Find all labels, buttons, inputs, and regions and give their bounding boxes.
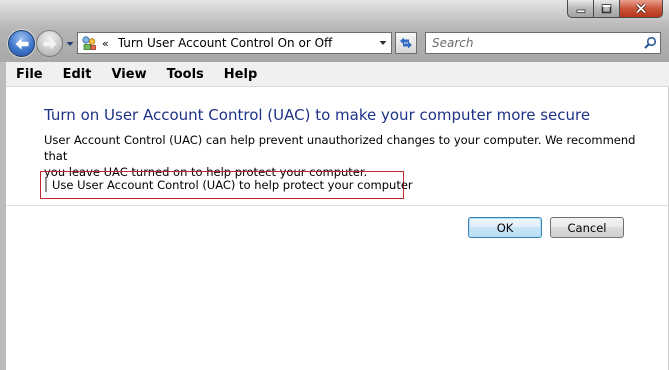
back-button[interactable] — [8, 30, 35, 57]
description-line-1: User Account Control (UAC) can help prev… — [44, 133, 636, 163]
maximize-icon — [601, 3, 612, 13]
address-bar[interactable]: « Turn User Account Control On or Off — [77, 32, 392, 54]
menu-item-tools[interactable]: Tools — [157, 67, 214, 82]
uac-checkbox-label[interactable]: Use User Account Control (UAC) to help p… — [52, 178, 413, 192]
forward-arrow-icon — [43, 38, 56, 49]
chevron-down-icon — [66, 41, 74, 46]
menu-item-file[interactable]: File — [6, 67, 53, 82]
menu-bar: File Edit View Tools Help — [6, 62, 669, 87]
search-box[interactable] — [425, 32, 661, 54]
search-icon[interactable] — [640, 36, 660, 50]
recent-pages-dropdown[interactable] — [65, 41, 75, 47]
navigation-buttons — [8, 30, 75, 57]
window: « Turn User Account Control On or Off Fi… — [0, 0, 669, 370]
divider — [6, 205, 669, 206]
address-dropdown-button[interactable] — [375, 40, 391, 46]
search-input[interactable] — [426, 34, 640, 52]
address-path[interactable]: Turn User Account Control On or Off — [118, 36, 375, 50]
close-button[interactable] — [620, 0, 663, 18]
refresh-button[interactable] — [395, 32, 417, 54]
refresh-icon — [400, 37, 412, 49]
menu-item-edit[interactable]: Edit — [53, 67, 102, 82]
cancel-button[interactable]: Cancel — [550, 217, 624, 238]
caption-buttons — [567, 0, 663, 19]
content-pane: Turn on User Account Control (UAC) to ma… — [6, 87, 669, 370]
minimize-icon — [576, 9, 585, 13]
control-panel-icon — [81, 35, 97, 51]
chevron-down-icon — [379, 41, 387, 45]
close-icon — [635, 3, 647, 14]
menu-item-help[interactable]: Help — [214, 67, 267, 82]
ok-button[interactable]: OK — [468, 217, 542, 238]
minimize-button[interactable] — [567, 0, 594, 18]
uac-checkbox[interactable] — [45, 178, 47, 192]
page-title: Turn on User Account Control (UAC) to ma… — [44, 106, 591, 124]
uac-option[interactable]: Use User Account Control (UAC) to help p… — [40, 171, 413, 199]
menu-item-view[interactable]: View — [101, 67, 156, 82]
window-chrome: « Turn User Account Control On or Off — [0, 0, 669, 62]
maximize-button[interactable] — [594, 0, 620, 18]
back-arrow-icon — [15, 38, 28, 49]
breadcrumb-overflow-chevron[interactable]: « — [102, 37, 109, 50]
forward-button[interactable] — [36, 30, 63, 57]
